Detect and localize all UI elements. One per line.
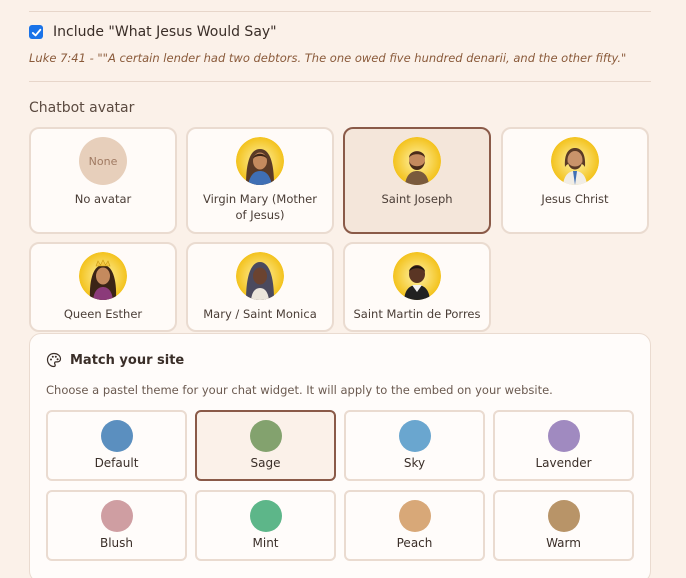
avatar-option-label: Virgin Mary (Mother of Jesus) — [203, 192, 317, 222]
virgin-mary-avatar-icon — [236, 137, 284, 185]
avatar-option-label: Saint Joseph — [381, 192, 453, 206]
theme-option-label: Default — [94, 456, 139, 470]
settings-page: Include "What Jesus Would Say" Luke 7:41… — [0, 0, 686, 578]
theme-option-sage[interactable]: Sage — [195, 410, 336, 481]
avatar-none-placeholder: None — [79, 137, 127, 185]
saint-martin-de-porres-avatar-icon — [393, 252, 441, 300]
theme-option-sky[interactable]: Sky — [344, 410, 485, 481]
top-divider — [29, 11, 651, 12]
theme-option-lavender[interactable]: Lavender — [493, 410, 634, 481]
avatar-option-label: Queen Esther — [63, 307, 143, 321]
theme-description: Choose a pastel theme for your chat widg… — [46, 383, 553, 397]
include-wjws-label: Include "What Jesus Would Say" — [53, 24, 277, 40]
saint-joseph-avatar-icon — [393, 137, 441, 185]
swatch-color-circle — [547, 420, 580, 452]
scripture-quote: Luke 7:41 - ""A certain lender had two d… — [29, 51, 627, 65]
checkmark-icon — [31, 28, 41, 36]
swatch-color-circle — [547, 500, 580, 532]
avatar-option-label: Saint Martin de Porres — [353, 307, 481, 321]
avatar-option-saint-joseph[interactable]: Saint Joseph — [343, 127, 491, 234]
swatch-color-circle — [100, 420, 133, 452]
avatar-option-label: Jesus Christ — [541, 192, 609, 206]
avatar-option-label: Mary / Saint Monica — [203, 307, 317, 321]
avatar-section-heading: Chatbot avatar — [29, 100, 135, 116]
avatar-option-label: No avatar — [74, 192, 132, 206]
theme-option-label: Sage — [250, 456, 281, 470]
saint-monica-avatar-icon — [236, 252, 284, 300]
theme-option-label: Blush — [99, 536, 134, 550]
swatch-color-circle — [398, 500, 431, 532]
theme-option-warm[interactable]: Warm — [493, 490, 634, 561]
include-wjws-checkbox[interactable] — [29, 25, 43, 39]
theme-option-label: Warm — [546, 536, 581, 550]
avatar-option-saint-monica[interactable]: Mary / Saint Monica — [186, 242, 334, 332]
theme-title: Match your site — [70, 352, 185, 368]
theme-option-peach[interactable]: Peach — [344, 490, 485, 561]
match-your-site-panel: Match your site Choose a pastel theme fo… — [29, 333, 651, 578]
swatch-color-circle — [249, 420, 282, 452]
section-divider — [29, 81, 651, 82]
theme-option-label: Peach — [396, 536, 433, 550]
palette-icon — [46, 352, 62, 368]
theme-option-default[interactable]: Default — [46, 410, 187, 481]
avatar-option-jesus-christ[interactable]: Jesus Christ — [501, 127, 649, 234]
theme-option-label: Mint — [252, 536, 279, 550]
swatch-color-circle — [100, 500, 133, 532]
jesus-christ-avatar-icon — [551, 137, 599, 185]
theme-option-mint[interactable]: Mint — [195, 490, 336, 561]
avatar-option-queen-esther[interactable]: Queen Esther — [29, 242, 177, 332]
swatch-color-circle — [398, 420, 431, 452]
avatar-option-saint-martin-de-porres[interactable]: Saint Martin de Porres — [343, 242, 491, 332]
avatar-option-none[interactable]: None No avatar — [29, 127, 177, 234]
theme-option-label: Lavender — [535, 456, 592, 470]
theme-title-row: Match your site — [46, 352, 184, 368]
avatar-option-virgin-mary[interactable]: Virgin Mary (Mother of Jesus) — [186, 127, 334, 234]
queen-esther-avatar-icon — [79, 252, 127, 300]
theme-option-blush[interactable]: Blush — [46, 490, 187, 561]
theme-option-label: Sky — [403, 456, 426, 470]
include-wjws-row[interactable]: Include "What Jesus Would Say" — [29, 24, 277, 40]
swatch-color-circle — [249, 500, 282, 532]
